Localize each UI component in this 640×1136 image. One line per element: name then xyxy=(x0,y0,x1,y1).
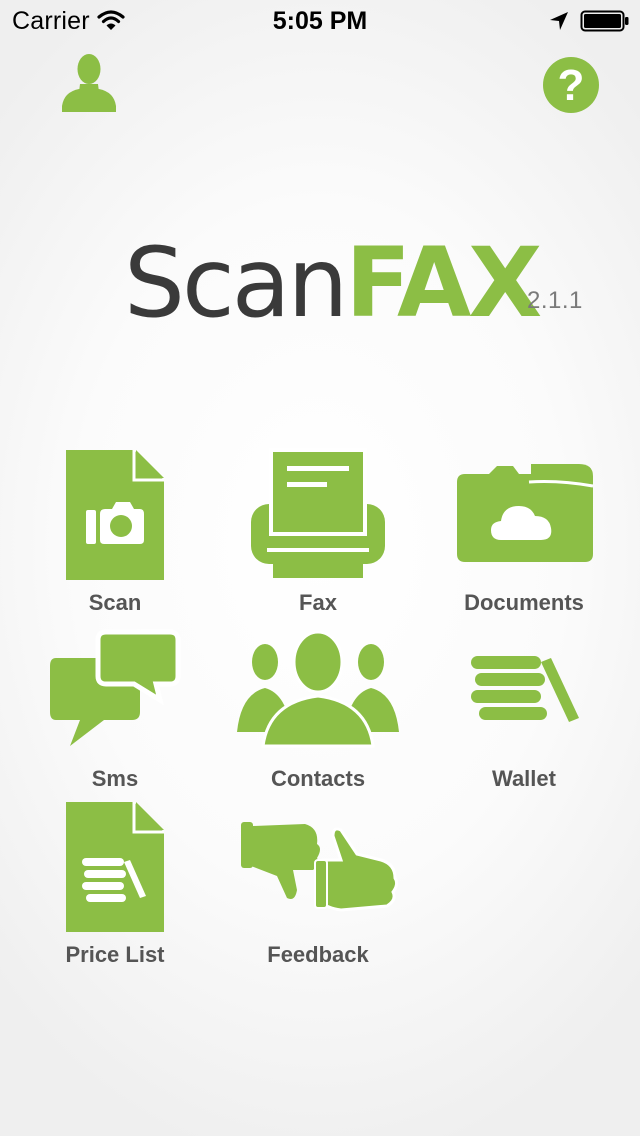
price-list-document-icon xyxy=(66,802,164,932)
help-icon: ? xyxy=(543,57,599,113)
coin-stack-icon xyxy=(471,656,579,722)
menu-tile-contacts-label: Contacts xyxy=(270,766,366,791)
scan-document-camera-icon xyxy=(66,450,164,580)
cloud-folder-icon xyxy=(457,464,594,562)
app-version: 2.1.1 xyxy=(527,287,583,314)
app-logo: ScanFAX xyxy=(124,227,542,339)
status-time: 5:05 PM xyxy=(272,7,368,35)
menu-tile-feedback[interactable]: Feedback xyxy=(223,798,413,968)
help-glyph: ? xyxy=(558,61,585,110)
menu-tile-sms-label: Sms xyxy=(91,766,139,791)
menu-tile-scan-label: Scan xyxy=(88,590,142,615)
menu-tile-wallet[interactable]: Wallet xyxy=(429,622,619,792)
profile-button[interactable] xyxy=(58,52,120,119)
menu-tile-feedback-label: Feedback xyxy=(267,942,369,967)
menu-tile-contacts[interactable]: Contacts xyxy=(223,622,413,792)
menu-tile-wallet-label: Wallet xyxy=(492,766,556,791)
menu-tile-fax-label: Fax xyxy=(299,590,337,615)
location-arrow-icon xyxy=(550,12,568,30)
battery-icon xyxy=(580,10,629,32)
menu-tile-price-list-label: Price List xyxy=(65,942,165,967)
thumbs-up-down-icon xyxy=(241,822,399,912)
people-group-icon xyxy=(237,630,399,748)
menu-tile-price-list[interactable]: Price List xyxy=(20,798,210,968)
chat-bubbles-icon xyxy=(50,629,181,746)
logo-fax-text: FAX xyxy=(345,227,542,339)
menu-tile-documents[interactable]: Documents xyxy=(429,446,619,616)
profile-icon xyxy=(62,54,116,112)
fax-printer-icon xyxy=(251,448,385,578)
menu-tile-fax[interactable]: Fax xyxy=(223,446,413,616)
logo-scan-text: Scan xyxy=(124,227,348,339)
menu-tile-documents-label: Documents xyxy=(464,590,584,615)
menu-tile-sms[interactable]: Sms xyxy=(20,622,210,792)
menu-tile-scan[interactable]: Scan xyxy=(20,446,210,616)
status-bar: Carrier 5:05 PM xyxy=(0,0,640,40)
help-button[interactable]: ? xyxy=(542,56,600,119)
